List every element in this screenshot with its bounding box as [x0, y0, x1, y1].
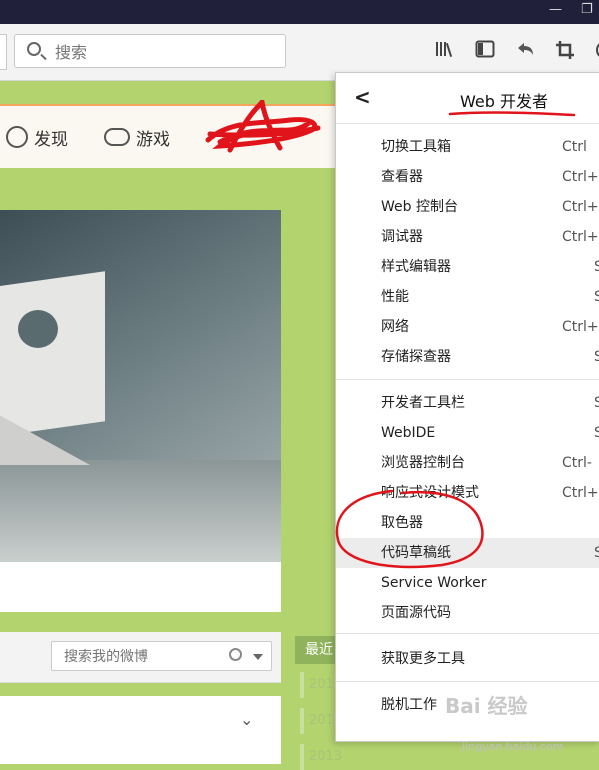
menu-item-shortcut: S — [594, 289, 599, 305]
year-link[interactable]: 2015 — [300, 708, 342, 734]
recent-label[interactable]: 最近 — [295, 636, 339, 664]
menu-item[interactable]: 获取更多工具 — [336, 644, 599, 674]
back-icon[interactable] — [514, 40, 536, 62]
menu-item-label: 开发者工具栏 — [381, 395, 465, 411]
menu-item-shortcut: Ctrl+ — [562, 229, 599, 245]
library-icon[interactable] — [434, 40, 456, 62]
menu-item-label: 存储探查器 — [381, 349, 451, 365]
menu-item-shortcut: S — [594, 425, 599, 441]
cover-photo — [0, 210, 281, 562]
menu-item-label: Web 控制台 — [381, 199, 458, 215]
crop-icon[interactable] — [554, 40, 576, 62]
search-bar[interactable] — [14, 34, 286, 68]
menu-item[interactable]: 查看器 Ctrl+ — [336, 162, 599, 192]
minimize-icon[interactable]: — — [549, 2, 562, 17]
menu-item-label: 调试器 — [381, 229, 423, 245]
search-icon — [27, 42, 41, 56]
redaction-scribble — [205, 100, 321, 153]
menu-item-label: 获取更多工具 — [381, 651, 465, 667]
menu-item-shortcut: S — [594, 395, 599, 411]
restore-icon[interactable]: ❐ — [581, 2, 593, 17]
menu-item-label: 页面源代码 — [381, 605, 451, 621]
menu-item-shortcut: S — [594, 545, 599, 561]
menu-item-label: 网络 — [381, 319, 409, 335]
menu-item-label: 样式编辑器 — [381, 259, 451, 275]
web-developer-menu: < Web 开发者 切换工具箱 Ctrl 查看器 Ctrl+ Web 控制台 Ctrl+ 调… — [335, 72, 599, 742]
profile-card — [0, 562, 281, 612]
window-titlebar: — ❐ — [0, 0, 599, 24]
back-arrow-icon[interactable]: < — [354, 85, 371, 109]
menu-item[interactable]: 切换工具箱 Ctrl — [336, 132, 599, 162]
search-icon[interactable] — [229, 648, 242, 661]
menu-item-label: 切换工具箱 — [381, 139, 451, 155]
watermark-url: jingyan.baidu.com — [462, 740, 564, 753]
menu-item[interactable]: Web 控制台 Ctrl+ — [336, 192, 599, 222]
menu-item-shortcut: Ctrl+ — [562, 199, 599, 215]
sidebar-icon[interactable] — [474, 40, 496, 62]
menu-item-shortcut: S — [594, 349, 599, 365]
menu-item-label: 查看器 — [381, 169, 423, 185]
menu-item[interactable]: 存储探查器 S — [336, 342, 599, 372]
menu-item-shortcut: S — [594, 259, 599, 275]
menu-item[interactable]: 样式编辑器 S — [336, 252, 599, 282]
menu-separator — [336, 633, 599, 634]
menu-item-shortcut: Ctrl- — [562, 455, 592, 471]
menu-item[interactable]: 页面源代码 — [336, 598, 599, 628]
nav-item-label: 游戏 — [136, 129, 170, 150]
menu-item[interactable]: 开发者工具栏 S — [336, 388, 599, 418]
title-underline-annotation — [448, 111, 576, 117]
menu-item[interactable]: 性能 S — [336, 282, 599, 312]
menu-item[interactable]: 浏览器控制台 Ctrl- — [336, 448, 599, 478]
menu-separator — [336, 681, 599, 682]
search-input[interactable] — [53, 39, 277, 65]
menu-item-shortcut: Ctrl+ — [562, 169, 599, 185]
chevron-down-icon[interactable] — [253, 654, 263, 660]
menu-item-shortcut: Ctrl+ — [562, 485, 599, 501]
nav-item-games[interactable]: 游戏 — [104, 122, 170, 152]
nav-item-discover[interactable]: 发现 — [6, 122, 68, 152]
weibo-search-box[interactable] — [51, 641, 272, 671]
feed-card: ⌄ — [0, 696, 281, 764]
baidu-watermark: Bai 经验 — [445, 694, 528, 718]
menu-separator — [336, 379, 599, 380]
menu-item-label: 脱机工作 — [381, 697, 437, 713]
nav-item-label: 发现 — [34, 129, 68, 150]
menu-item[interactable]: 网络 Ctrl+ — [336, 312, 599, 342]
compass-icon — [6, 126, 28, 148]
menu-item[interactable]: WebIDE S — [336, 418, 599, 448]
year-link[interactable]: 2016 — [300, 672, 342, 698]
weibo-search-input[interactable] — [62, 646, 226, 668]
menu-item-shortcut: Ctrl — [562, 139, 587, 155]
year-link[interactable]: 2013 — [300, 744, 342, 770]
chevron-down-icon[interactable]: ⌄ — [240, 710, 253, 729]
circle-annotation — [335, 489, 484, 569]
menu-item-shortcut: Ctrl+ — [562, 319, 599, 335]
menu-item-label: 性能 — [381, 289, 409, 305]
menu-item[interactable]: 调试器 Ctrl+ — [336, 222, 599, 252]
menu-header: < Web 开发者 — [336, 73, 599, 124]
url-bar-edge[interactable] — [0, 34, 7, 70]
menu-item-label: WebIDE — [381, 425, 436, 441]
gamepad-icon — [104, 128, 130, 146]
menu-item-label: 浏览器控制台 — [381, 455, 465, 471]
developer-icon[interactable] — [590, 40, 599, 62]
